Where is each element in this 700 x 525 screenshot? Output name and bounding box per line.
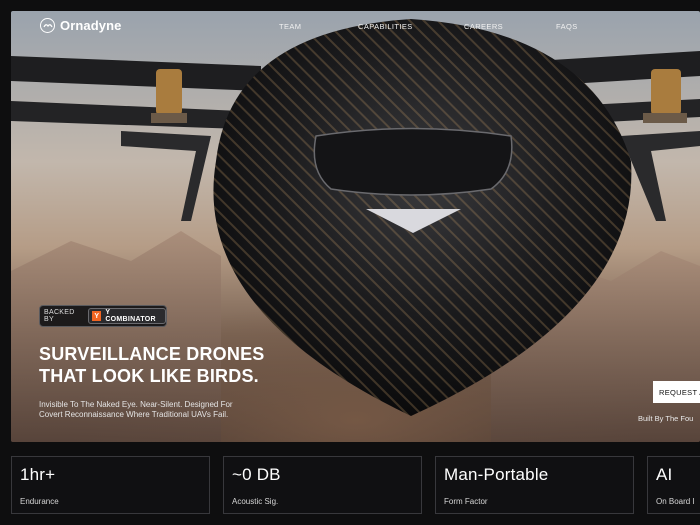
backed-by-label: BACKED BY <box>44 309 75 323</box>
hero-section: Ornadyne TEAM CAPABILITIES CAREERS FAQS … <box>11 11 700 442</box>
stat-label: Form Factor <box>444 497 488 506</box>
backed-by-badge[interactable]: BACKED BY Y Y COMBINATOR <box>39 305 167 327</box>
top-nav: Ornadyne TEAM CAPABILITIES CAREERS FAQS <box>11 11 700 43</box>
request-access-button[interactable]: REQUEST A <box>653 381 700 403</box>
stat-value: ~0 DB <box>232 465 281 484</box>
brand-logo[interactable]: Ornadyne <box>40 18 121 33</box>
backer-name: Y COMBINATOR <box>105 309 156 323</box>
stat-value: 1hr+ <box>20 465 56 484</box>
y-combinator-chip: Y Y COMBINATOR <box>88 308 166 324</box>
y-combinator-logo-icon: Y <box>92 311 102 321</box>
headline-line-1: SURVEILLANCE DRONES <box>39 344 265 364</box>
subline-line-2: Covert Reconnaissance Where Traditional … <box>39 410 229 419</box>
hero-headline: SURVEILLANCE DRONES THAT LOOK LIKE BIRDS… <box>39 343 265 387</box>
stat-value: Man-Portable <box>444 465 549 484</box>
ornadyne-logo-icon <box>40 18 55 33</box>
stat-label: Acoustic Sig. <box>232 497 279 506</box>
stat-value: AI <box>656 465 673 484</box>
stat-card-acoustic: ~0 DB Acoustic Sig. <box>223 456 422 514</box>
nav-link-team[interactable]: TEAM <box>279 22 301 31</box>
nav-link-faqs[interactable]: FAQS <box>556 22 578 31</box>
stat-card-endurance: 1hr+ Endurance <box>11 456 210 514</box>
hero-subline: Invisible To The Naked Eye. Near-Silent.… <box>39 400 233 420</box>
stat-card-form-factor: Man-Portable Form Factor <box>435 456 634 514</box>
stat-card-ai: AI On Board I <box>647 456 700 514</box>
brand-name: Ornadyne <box>60 18 122 33</box>
stat-label: Endurance <box>20 497 59 506</box>
stat-label: On Board I <box>656 497 695 506</box>
nav-link-capabilities[interactable]: CAPABILITIES <box>358 22 413 31</box>
built-by-text: Built By The Fou <box>638 414 694 423</box>
headline-line-2: THAT LOOK LIKE BIRDS. <box>39 366 259 386</box>
subline-line-1: Invisible To The Naked Eye. Near-Silent.… <box>39 400 233 409</box>
nav-link-careers[interactable]: CAREERS <box>464 22 503 31</box>
